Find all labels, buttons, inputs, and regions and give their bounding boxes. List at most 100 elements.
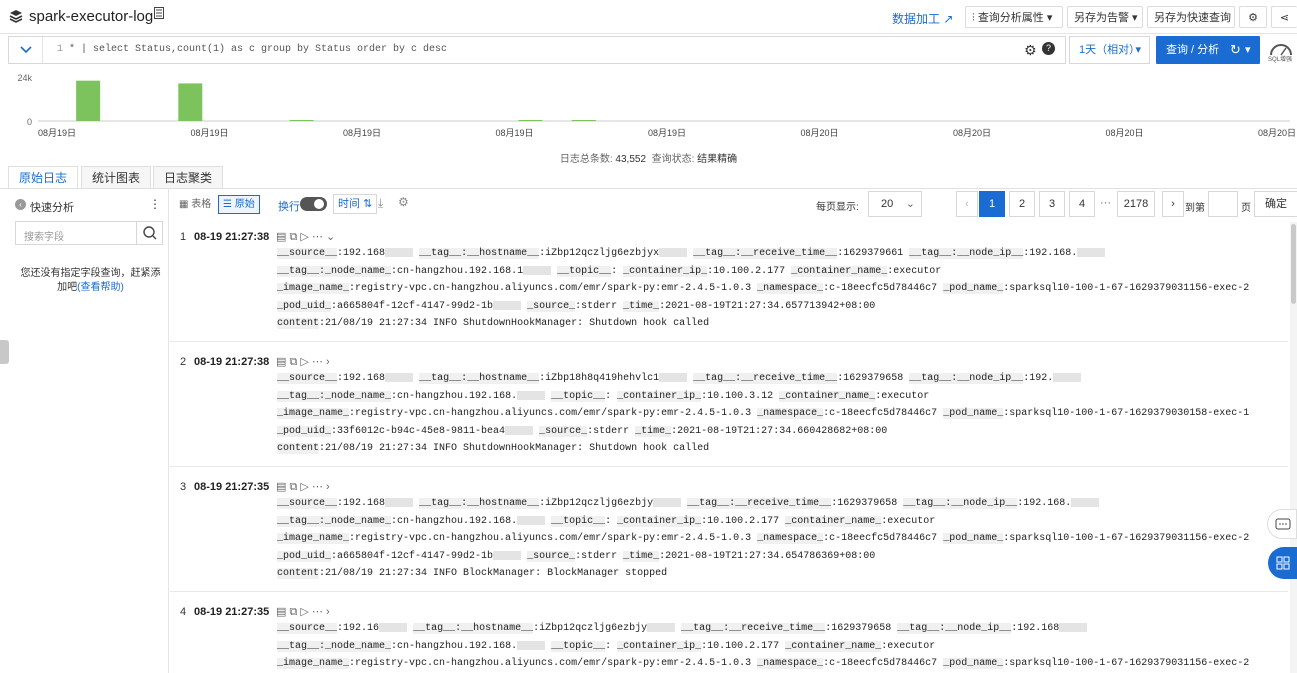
more-vertical-icon[interactable]: ⋮: [149, 197, 161, 211]
field-value[interactable]: 192.168: [343, 248, 385, 259]
field-value[interactable]: a665804f-12cf-4147-99d2-1b: [337, 301, 493, 312]
log-histogram[interactable]: 24k 0 08月19日 08月19日 08月19日 08月19日 08月19日 08月20…: [0, 66, 1297, 148]
browse-icon[interactable]: ▷: [300, 606, 308, 618]
settings-button[interactable]: ⚙: [1239, 6, 1267, 28]
histogram-bar[interactable]: [518, 120, 543, 121]
field-value[interactable]: iZbp18h8q419hehvlc1: [545, 373, 659, 384]
histogram-bar[interactable]: [289, 120, 314, 121]
field-value[interactable]: registry-vpc.cn-hangzhou.aliyuncs.com/em…: [355, 533, 751, 544]
search-button[interactable]: [136, 222, 162, 244]
raw-view-button[interactable]: ☰ 原始: [218, 195, 260, 214]
field-value[interactable]: a665804f-12cf-4147-99d2-1b: [337, 551, 493, 562]
collapse-toggle[interactable]: [9, 37, 43, 63]
chevron-right-icon[interactable]: ›: [326, 606, 330, 618]
field-value[interactable]: executor: [881, 391, 929, 402]
field-value[interactable]: 10.100.2.177: [707, 641, 779, 652]
page-2[interactable]: 2: [1009, 191, 1035, 217]
more-icon[interactable]: ⋯: [312, 356, 323, 368]
save-quick-query-button[interactable]: 另存为快速查询: [1147, 6, 1235, 28]
field-value[interactable]: 2021-08-19T21:27:34.660428682+08:00: [677, 426, 887, 437]
field-value[interactable]: 192.168.: [1029, 248, 1077, 259]
save-alert-button[interactable]: 另存为告警 ▾: [1067, 6, 1143, 28]
per-page-select[interactable]: 20 ⌄: [868, 191, 922, 217]
share-button[interactable]: ⋖: [1271, 6, 1297, 28]
chevron-down-icon[interactable]: ⌄: [326, 231, 335, 243]
feedback-button[interactable]: [1267, 509, 1297, 539]
field-search-input[interactable]: 搜索字段: [15, 221, 163, 245]
download-icon[interactable]: ⤓: [378, 196, 383, 211]
query-text[interactable]: * | select Status,count(1) as c group by…: [69, 44, 447, 55]
field-value[interactable]: executor: [887, 516, 935, 527]
page-last[interactable]: 2178: [1117, 191, 1155, 217]
more-icon[interactable]: ⋯: [312, 481, 323, 493]
field-value[interactable]: stderr: [593, 426, 629, 437]
app-grid-button[interactable]: [1268, 547, 1297, 579]
field-value[interactable]: c-18eecfc5d78446c7: [829, 658, 937, 669]
sql-enhance-icon[interactable]: SQL增强: [1266, 37, 1296, 63]
context-icon[interactable]: ⧉: [289, 606, 297, 618]
page-1[interactable]: 1: [979, 191, 1005, 217]
copy-icon[interactable]: ▤: [276, 231, 286, 243]
context-icon[interactable]: ⧉: [289, 231, 297, 243]
field-value[interactable]: cn-hangzhou.192.168.: [397, 516, 517, 527]
field-value[interactable]: 33f6012c-b94c-45e8-9811-bea4: [337, 426, 505, 437]
help-icon[interactable]: ?: [1042, 42, 1055, 55]
table-view-button[interactable]: ▦ 表格: [174, 195, 216, 214]
field-value[interactable]: 1629379658: [831, 623, 891, 634]
field-value[interactable]: 192.168: [343, 498, 385, 509]
field-value[interactable]: iZbp12qczljg6ezbjy: [539, 623, 647, 634]
wrap-toggle[interactable]: [300, 197, 327, 211]
field-value[interactable]: 21/08/19 21:27:34 INFO ShutdownHookManag…: [325, 443, 709, 454]
copy-icon[interactable]: ▤: [276, 606, 286, 618]
field-value[interactable]: sparksql10-100-1-67-1629379030158-exec-1: [1009, 408, 1249, 419]
field-value[interactable]: executor: [887, 641, 935, 652]
field-value[interactable]: stderr: [581, 551, 617, 562]
more-icon[interactable]: ⋯: [312, 606, 323, 618]
field-value[interactable]: 10.100.2.177: [713, 266, 785, 277]
chevron-right-icon[interactable]: ›: [326, 356, 330, 368]
field-value[interactable]: registry-vpc.cn-hangzhou.aliyuncs.com/em…: [355, 283, 751, 294]
scroll-thumb[interactable]: [1291, 224, 1296, 304]
query-attr-button[interactable]: ⫶ 查询分析属性 ▾: [965, 6, 1063, 28]
refresh-icon[interactable]: ↻: [1230, 36, 1241, 64]
field-value[interactable]: sparksql10-100-1-67-1629379031156-exec-2: [1009, 658, 1249, 669]
help-link[interactable]: (查看帮助): [77, 282, 124, 293]
browse-icon[interactable]: ▷: [300, 481, 308, 493]
field-value[interactable]: executor: [893, 266, 941, 277]
copy-icon[interactable]: ▤: [276, 481, 286, 493]
gear-icon[interactable]: ⚙: [398, 195, 409, 209]
field-value[interactable]: 1629379658: [843, 373, 903, 384]
context-icon[interactable]: ⧉: [289, 356, 297, 368]
field-value[interactable]: 192.168: [343, 373, 385, 384]
field-value[interactable]: 1629379661: [843, 248, 903, 259]
field-value[interactable]: 21/08/19 21:27:34 INFO ShutdownHookManag…: [325, 318, 709, 329]
field-value[interactable]: cn-hangzhou.192.168.1: [397, 266, 523, 277]
field-value[interactable]: iZbp12qczljg6ezbjyx: [545, 248, 659, 259]
field-value[interactable]: 2021-08-19T21:27:34.657713942+08:00: [665, 301, 875, 312]
field-value[interactable]: c-18eecfc5d78446c7: [829, 283, 937, 294]
query-editor[interactable]: 1 * | select Status,count(1) as c group …: [8, 36, 1066, 64]
chevron-left-icon[interactable]: ‹: [15, 199, 26, 210]
field-value[interactable]: iZbp12qczljg6ezbjy: [545, 498, 653, 509]
tab-charts[interactable]: 统计图表: [81, 166, 151, 189]
document-icon[interactable]: [154, 7, 164, 19]
gear-icon[interactable]: ⚙: [1024, 42, 1037, 59]
tab-raw-logs[interactable]: 原始日志: [8, 166, 78, 189]
field-value[interactable]: c-18eecfc5d78446c7: [829, 533, 937, 544]
field-value[interactable]: 21/08/19 21:27:34 INFO BlockManager: Blo…: [325, 568, 667, 579]
field-value[interactable]: stderr: [581, 301, 617, 312]
field-value[interactable]: registry-vpc.cn-hangzhou.aliyuncs.com/em…: [355, 408, 751, 419]
histogram-bar[interactable]: [76, 80, 101, 121]
tab-log-cluster[interactable]: 日志聚类: [153, 166, 223, 189]
next-page-button[interactable]: ›: [1162, 191, 1184, 217]
browse-icon[interactable]: ▷: [300, 356, 308, 368]
histogram-bars[interactable]: [76, 80, 596, 121]
browse-icon[interactable]: ▷: [300, 231, 308, 243]
scrollbar[interactable]: [1290, 222, 1297, 673]
query-analyze-button[interactable]: 查询 / 分析 ↻ ▾: [1156, 36, 1260, 64]
copy-icon[interactable]: ▤: [276, 356, 286, 368]
context-icon[interactable]: ⧉: [289, 481, 297, 493]
field-value[interactable]: 192.168.: [1023, 498, 1071, 509]
field-value[interactable]: 1629379658: [837, 498, 897, 509]
field-value[interactable]: 192.16: [343, 623, 379, 634]
